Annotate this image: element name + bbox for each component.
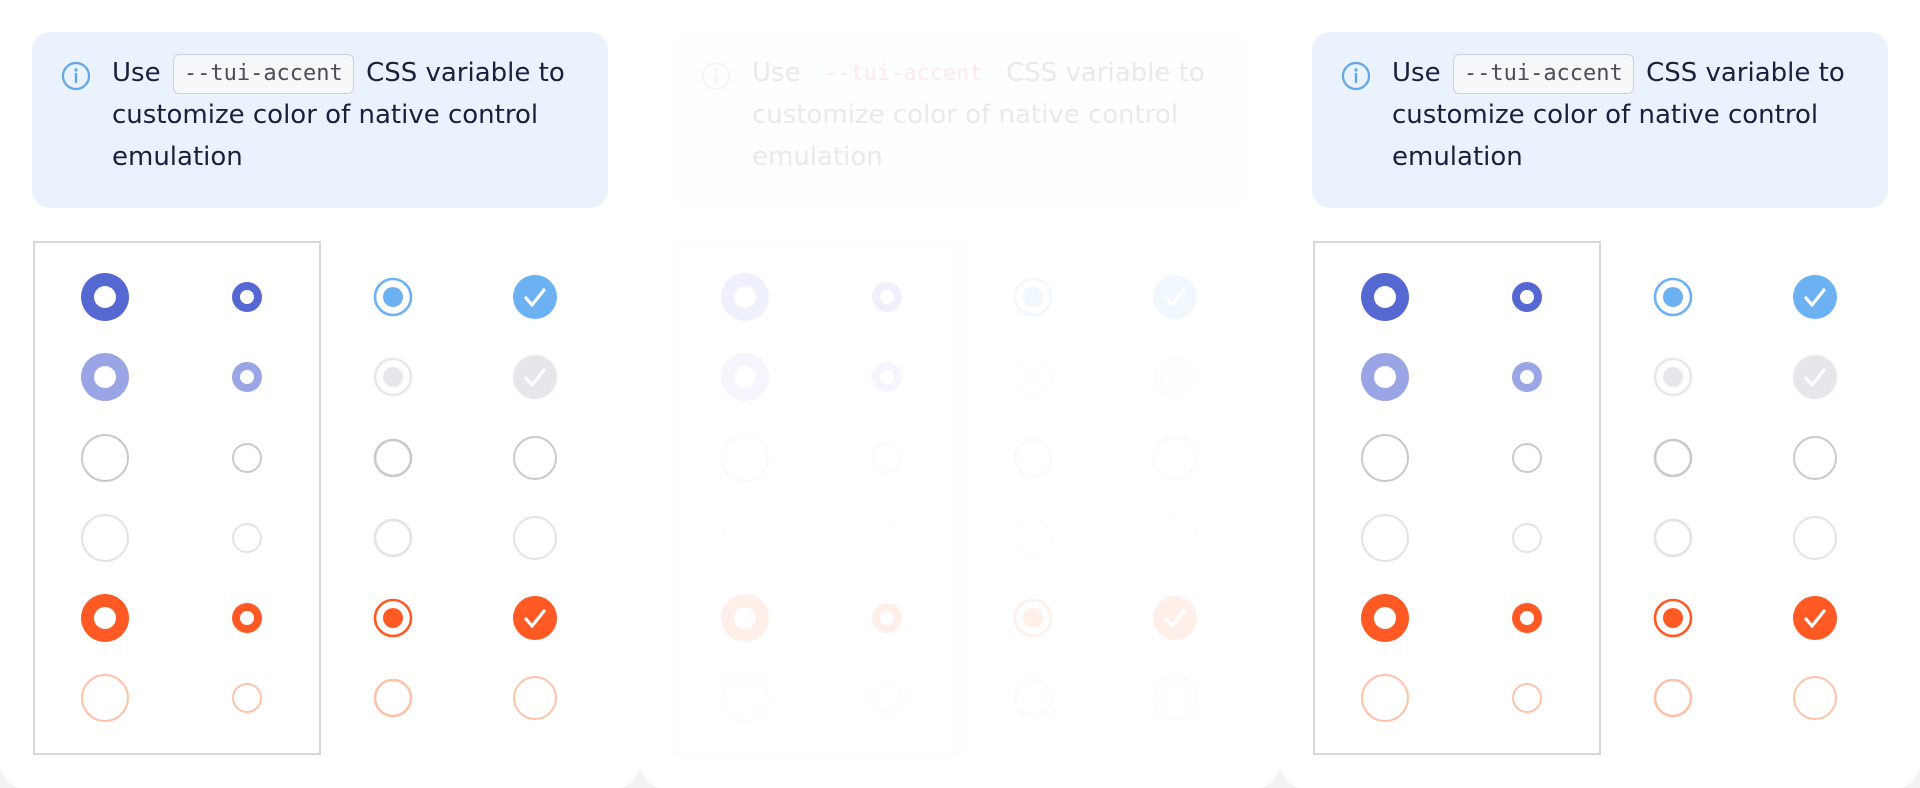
- checkbox-unchecked[interactable]: [1785, 428, 1845, 488]
- css-variable-code: --tui-accent: [1452, 54, 1634, 94]
- checkbox-invalid-unchecked-disabled: [1153, 676, 1197, 720]
- small-radio-checked-disabled: [872, 362, 902, 392]
- checkbox-checked-disabled: [1793, 355, 1837, 399]
- large-radio-checked[interactable]: [1355, 267, 1415, 327]
- small-radio-unchecked-disabled: [1512, 523, 1542, 553]
- notice-text-before: Use: [112, 58, 161, 88]
- large-radio-unchecked-disabled: [721, 514, 769, 562]
- css-variable-code: --tui-accent: [823, 61, 983, 86]
- large-radio-unchecked[interactable]: [715, 428, 775, 488]
- small-radio-invalid-unchecked-disabled: [1512, 683, 1542, 713]
- radio-checked-disabled: [1653, 357, 1693, 397]
- notice-text: Use --tui-accent CSS variable to customi…: [1392, 52, 1862, 178]
- checkbox-unchecked-disabled: [513, 516, 557, 560]
- radio-checked-disabled: [373, 357, 413, 397]
- info-circle-icon: [61, 61, 91, 91]
- info-notice: Use --tui-accent CSS variable to customi…: [32, 32, 608, 208]
- radio-invalid-checked[interactable]: [1003, 588, 1063, 648]
- info-notice: Use --tui-accent CSS variable to customi…: [1312, 32, 1888, 208]
- checkbox-invalid-checked[interactable]: [1785, 588, 1845, 648]
- large-radio-invalid-unchecked-disabled: [81, 674, 129, 722]
- large-radio-invalid-checked[interactable]: [1355, 588, 1415, 648]
- small-radio-checked[interactable]: [217, 267, 277, 327]
- radio-invalid-unchecked-disabled: [373, 678, 413, 718]
- radio-unchecked-disabled: [373, 518, 413, 558]
- large-radio-unchecked[interactable]: [1355, 428, 1415, 488]
- checkbox-invalid-checked[interactable]: [505, 588, 565, 648]
- info-circle-icon: [701, 61, 731, 91]
- example-panel-3: Use --tui-accent CSS variable to customi…: [1280, 0, 1920, 788]
- radio-invalid-unchecked-disabled: [1653, 678, 1693, 718]
- small-radio-unchecked-disabled: [872, 523, 902, 553]
- large-radio-checked[interactable]: [715, 267, 775, 327]
- checkbox-unchecked-disabled: [1153, 516, 1197, 560]
- checkbox-unchecked-disabled: [1793, 516, 1837, 560]
- example-panel-2: Use --tui-accent CSS variable to customi…: [640, 0, 1280, 788]
- radio-invalid-unchecked-disabled: [1013, 678, 1053, 718]
- large-radio-unchecked-disabled: [1361, 514, 1409, 562]
- small-radio-unchecked[interactable]: [857, 428, 917, 488]
- large-radio-unchecked[interactable]: [75, 428, 135, 488]
- large-radio-unchecked-disabled: [81, 514, 129, 562]
- checkbox-invalid-unchecked-disabled: [1793, 676, 1837, 720]
- info-notice: Use --tui-accent CSS variable to customi…: [672, 32, 1248, 208]
- small-radio-checked[interactable]: [857, 267, 917, 327]
- notice-text-before: Use: [752, 58, 801, 88]
- radio-invalid-checked[interactable]: [1643, 588, 1703, 648]
- checkbox-checked[interactable]: [1785, 267, 1845, 327]
- small-radio-invalid-checked[interactable]: [857, 588, 917, 648]
- large-radio-invalid-checked[interactable]: [715, 588, 775, 648]
- radio-checked[interactable]: [1003, 267, 1063, 327]
- radio-checked[interactable]: [363, 267, 423, 327]
- large-radio-checked-disabled: [721, 353, 769, 401]
- info-circle-icon: [1341, 61, 1371, 91]
- radio-unchecked[interactable]: [1643, 428, 1703, 488]
- radio-invalid-checked[interactable]: [363, 588, 423, 648]
- radio-unchecked[interactable]: [363, 428, 423, 488]
- large-radio-invalid-checked[interactable]: [75, 588, 135, 648]
- checkbox-invalid-checked[interactable]: [1145, 588, 1205, 648]
- notice-text-before: Use: [1392, 58, 1441, 88]
- radio-unchecked-disabled: [1653, 518, 1693, 558]
- small-radio-invalid-unchecked-disabled: [872, 683, 902, 713]
- checkbox-invalid-unchecked-disabled: [513, 676, 557, 720]
- large-radio-checked-disabled: [81, 353, 129, 401]
- large-radio-checked[interactable]: [75, 267, 135, 327]
- small-radio-unchecked[interactable]: [217, 428, 277, 488]
- small-radio-invalid-checked[interactable]: [1497, 588, 1557, 648]
- small-radio-invalid-unchecked-disabled: [232, 683, 262, 713]
- small-radio-unchecked-disabled: [232, 523, 262, 553]
- large-radio-checked-disabled: [1361, 353, 1409, 401]
- checkbox-checked[interactable]: [505, 267, 565, 327]
- large-radio-invalid-unchecked-disabled: [1361, 674, 1409, 722]
- radio-unchecked[interactable]: [1003, 428, 1063, 488]
- css-variable-code: --tui-accent: [172, 54, 354, 94]
- example-panel-1: Use --tui-accent CSS variable to customi…: [0, 0, 640, 788]
- checkbox-unchecked[interactable]: [1145, 428, 1205, 488]
- checkbox-unchecked[interactable]: [505, 428, 565, 488]
- small-radio-checked-disabled: [232, 362, 262, 392]
- checkbox-checked[interactable]: [1145, 267, 1205, 327]
- notice-text: Use --tui-accent CSS variable to customi…: [112, 52, 582, 178]
- radio-checked[interactable]: [1643, 267, 1703, 327]
- small-radio-checked-disabled: [1512, 362, 1542, 392]
- small-radio-unchecked[interactable]: [1497, 428, 1557, 488]
- checkbox-checked-disabled: [1153, 355, 1197, 399]
- large-radio-invalid-unchecked-disabled: [721, 674, 769, 722]
- notice-text: Use --tui-accent CSS variable to customi…: [752, 52, 1222, 178]
- radio-checked-disabled: [1013, 357, 1053, 397]
- checkbox-checked-disabled: [513, 355, 557, 399]
- small-radio-invalid-checked[interactable]: [217, 588, 277, 648]
- radio-unchecked-disabled: [1013, 518, 1053, 558]
- small-radio-checked[interactable]: [1497, 267, 1557, 327]
